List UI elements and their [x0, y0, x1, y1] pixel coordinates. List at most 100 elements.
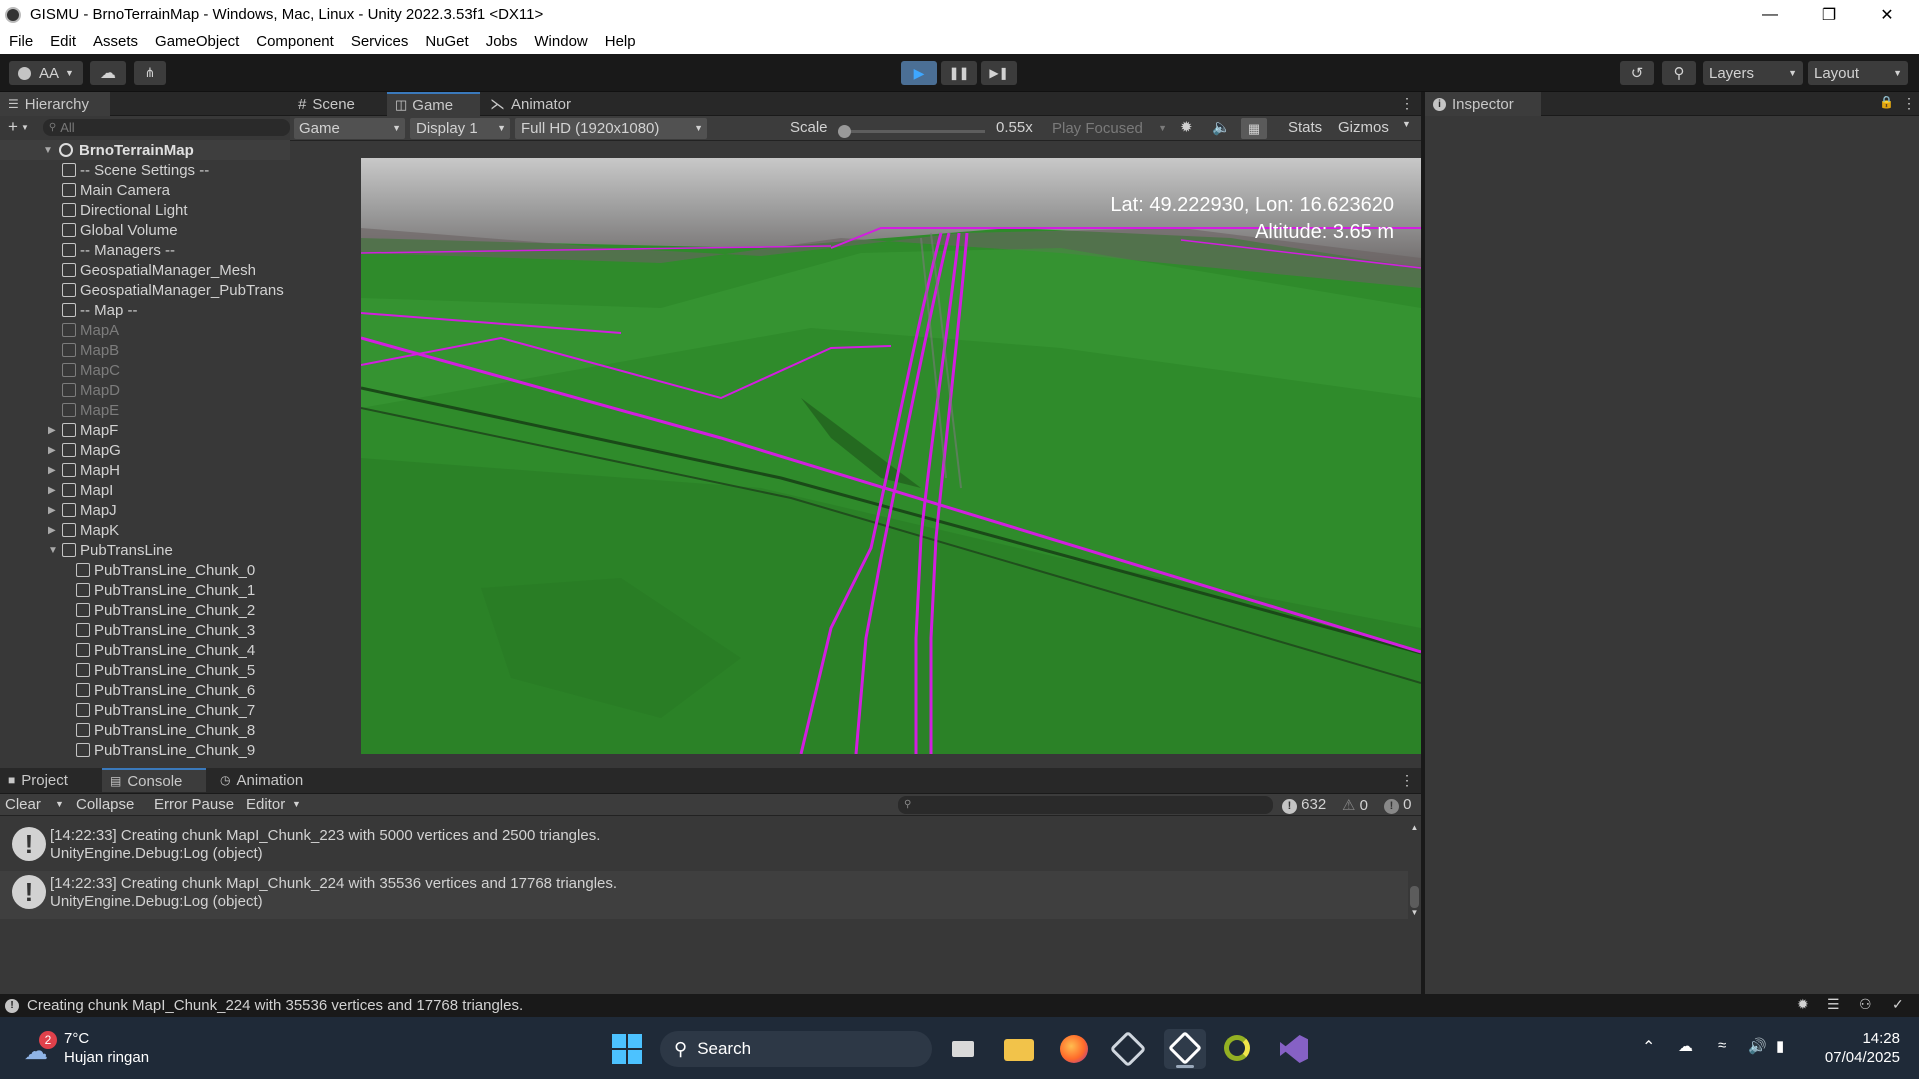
hierarchy-item[interactable]: PubTransLine_Chunk_2	[0, 600, 280, 620]
hierarchy-item[interactable]: -- Managers --	[0, 240, 280, 260]
menu-help[interactable]: Help	[605, 33, 636, 50]
cloud-offline-icon[interactable]: ☁	[1678, 1037, 1693, 1055]
stats-button[interactable]: Stats	[1288, 119, 1322, 136]
clear-button[interactable]: Clear	[5, 796, 41, 813]
minimize-icon[interactable]: —	[1747, 0, 1793, 29]
hierarchy-item[interactable]: PubTransLine_Chunk_6	[0, 680, 280, 700]
account-button[interactable]: AA ▼	[9, 61, 83, 85]
tab-game[interactable]: ◫ Game	[387, 92, 480, 116]
hierarchy-item[interactable]: PubTransLine_Chunk_5	[0, 660, 280, 680]
tab-scene[interactable]: # Scene	[290, 92, 387, 116]
expand-arrow-icon[interactable]: ▼	[43, 145, 55, 156]
hierarchy-item[interactable]: MapB	[0, 340, 280, 360]
network-icon[interactable]: ⚇	[1859, 996, 1872, 1013]
close-icon[interactable]: ✕	[1864, 0, 1910, 29]
hierarchy-item[interactable]: PubTransLine_Chunk_4	[0, 640, 280, 660]
cloud-button[interactable]: ☁	[90, 61, 126, 85]
hierarchy-item[interactable]: PubTransLine_Chunk_8	[0, 720, 280, 740]
more-icon[interactable]: ⋮	[1400, 772, 1414, 789]
menu-edit[interactable]: Edit	[50, 33, 76, 50]
hierarchy-item[interactable]: MapD	[0, 380, 280, 400]
hierarchy-item[interactable]: MapA	[0, 320, 280, 340]
hierarchy-item[interactable]: ▼ PubTransLine	[0, 540, 280, 560]
hierarchy-item[interactable]: PubTransLine_Chunk_7	[0, 700, 280, 720]
log-entry[interactable]: ! [14:22:33] Creating chunk MapI_Chunk_2…	[0, 823, 1408, 871]
display-dropdown[interactable]: Display 1 ▼	[410, 118, 510, 139]
hierarchy-item[interactable]: MapE	[0, 400, 280, 420]
restore-icon[interactable]: ❐	[1806, 0, 1852, 29]
more-icon[interactable]: ⋮	[1400, 95, 1414, 112]
weather-text[interactable]: 7°C Hujan ringan	[64, 1029, 149, 1067]
check-icon[interactable]: ✓	[1892, 996, 1904, 1013]
file-explorer-button[interactable]	[1002, 1033, 1034, 1065]
frame-debugger-toggle[interactable]: ▦	[1241, 118, 1267, 139]
tab-project[interactable]: ■ Project	[0, 768, 102, 792]
error-pause-toggle[interactable]: Error Pause	[154, 796, 234, 813]
search-button[interactable]: ⚲	[1662, 61, 1696, 85]
add-icon[interactable]: +	[8, 117, 18, 137]
expand-arrow-icon[interactable]: ▶	[48, 505, 60, 516]
menu-assets[interactable]: Assets	[93, 33, 138, 50]
task-view-button[interactable]	[948, 1033, 980, 1065]
hierarchy-item[interactable]: Main Camera	[0, 180, 280, 200]
game-mode-dropdown[interactable]: Game ▼	[294, 118, 405, 139]
chevron-down-icon[interactable]: ▼	[55, 799, 64, 809]
speaker-icon[interactable]: 🔊	[1748, 1037, 1767, 1055]
chevron-down-icon[interactable]: ▼	[21, 123, 29, 132]
expand-arrow-icon[interactable]: ▶	[48, 445, 60, 456]
history-button[interactable]: ↺	[1620, 61, 1654, 85]
scene-root-row[interactable]: ▼ BrnoTerrainMap ⋮	[0, 140, 290, 160]
battery-icon[interactable]: ▮	[1776, 1037, 1784, 1055]
editor-dropdown[interactable]: Editor	[246, 796, 285, 813]
chevron-up-icon[interactable]: ⌃	[1642, 1037, 1655, 1057]
visual-studio-button[interactable]	[1278, 1033, 1310, 1065]
menu-services[interactable]: Services	[351, 33, 409, 50]
lock-icon[interactable]: 🔒	[1879, 95, 1894, 109]
hierarchy-item[interactable]: PubTransLine_Chunk_3	[0, 620, 280, 640]
hierarchy-item[interactable]: ▶ MapH	[0, 460, 280, 480]
firefox-button[interactable]	[1058, 1033, 1090, 1065]
debug-icon[interactable]: ✹	[1797, 996, 1809, 1013]
chevron-down-icon[interactable]: ▼	[1402, 119, 1411, 129]
expand-arrow-icon[interactable]: ▶	[48, 525, 60, 536]
unity-hub-button[interactable]	[1109, 1030, 1147, 1068]
qgis-button[interactable]	[1222, 1033, 1254, 1065]
menu-gameobject[interactable]: GameObject	[155, 33, 239, 50]
menu-component[interactable]: Component	[256, 33, 334, 50]
chevron-down-icon[interactable]: ▼	[292, 799, 301, 809]
game-viewport[interactable]: Lat: 49.222930, Lon: 16.623620 Altitude:…	[361, 158, 1421, 754]
hierarchy-item[interactable]: Directional Light	[0, 200, 280, 220]
layout-dropdown[interactable]: Layout ▼	[1808, 61, 1908, 85]
menu-window[interactable]: Window	[534, 33, 587, 50]
tab-inspector[interactable]: i Inspector	[1425, 92, 1541, 116]
scale-slider[interactable]	[838, 124, 985, 140]
layers-dropdown[interactable]: Layers ▼	[1703, 61, 1803, 85]
gizmos-button[interactable]: Gizmos	[1338, 119, 1389, 136]
hierarchy-item[interactable]: GeospatialManager_PubTrans	[0, 280, 284, 300]
collapse-arrow-icon[interactable]: ▼	[48, 545, 60, 556]
weather-widget[interactable]: ☁ 2	[20, 1031, 57, 1065]
pause-button[interactable]: ❚❚	[941, 61, 977, 85]
stack-icon[interactable]: ☰	[1827, 996, 1840, 1013]
tab-animator[interactable]: ⋋ Animator	[482, 92, 592, 116]
resolution-dropdown[interactable]: Full HD (1920x1080) ▼	[515, 118, 707, 139]
expand-arrow-icon[interactable]: ▶	[48, 425, 60, 436]
hierarchy-item[interactable]: ▶ MapF	[0, 420, 280, 440]
hierarchy-item[interactable]: PubTransLine_Chunk_9	[0, 740, 280, 760]
hierarchy-item[interactable]: GeospatialManager_Mesh	[0, 260, 280, 280]
hierarchy-item[interactable]: -- Map --	[0, 300, 280, 320]
hierarchy-search-input[interactable]: ⚲ All	[42, 118, 290, 136]
tab-animation[interactable]: ◷ Animation	[212, 768, 332, 792]
step-button[interactable]: ▶❚	[981, 61, 1017, 85]
play-focused-dropdown[interactable]: Play Focused ▼	[1046, 118, 1169, 139]
menu-nuget[interactable]: NuGet	[425, 33, 468, 50]
hierarchy-item[interactable]: MapC	[0, 360, 280, 380]
unity-editor-button[interactable]	[1164, 1029, 1206, 1069]
menu-file[interactable]: File	[9, 33, 33, 50]
hierarchy-item[interactable]: ▶ MapG	[0, 440, 280, 460]
console-search-input[interactable]: ⚲	[898, 796, 1273, 814]
clock[interactable]: 14:28 07/04/2025	[1810, 1029, 1900, 1067]
wifi-icon[interactable]: ≈	[1718, 1037, 1726, 1054]
hierarchy-item[interactable]: Global Volume	[0, 220, 280, 240]
hierarchy-item[interactable]: ▶ MapI	[0, 480, 280, 500]
